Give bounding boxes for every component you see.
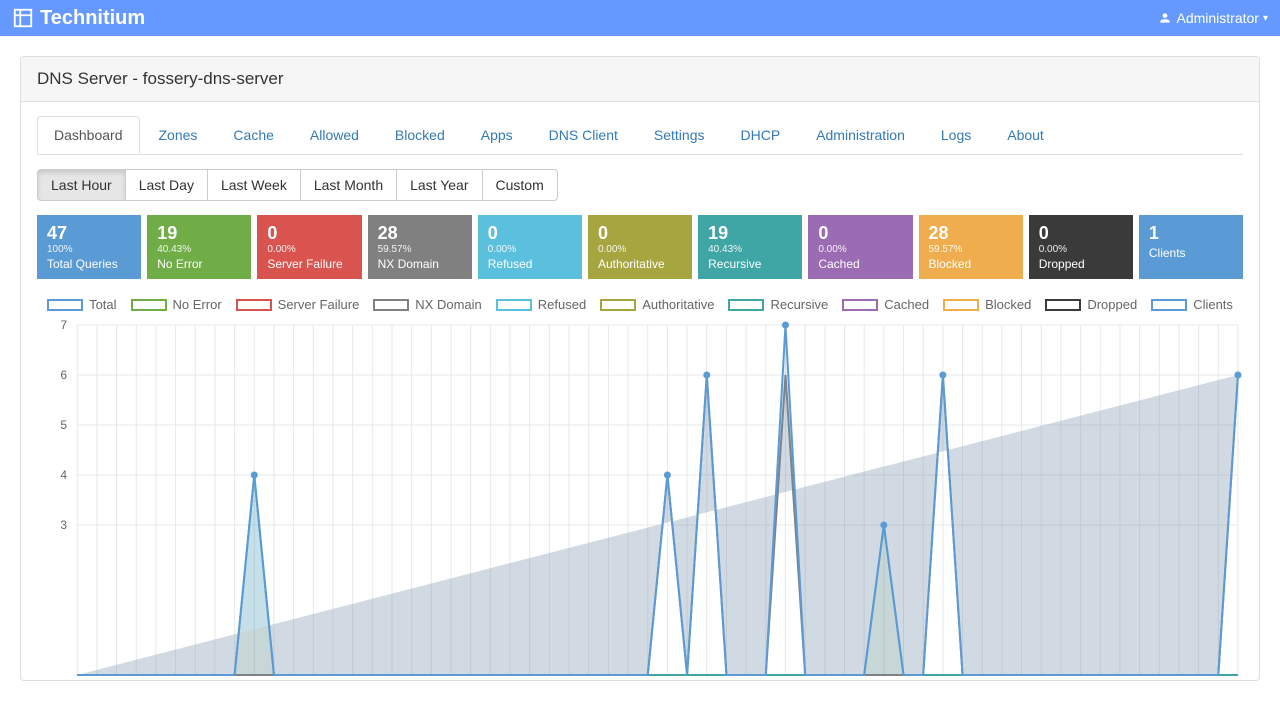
tab-allowed[interactable]: Allowed [293, 116, 376, 154]
range-custom[interactable]: Custom [482, 169, 558, 201]
range-last-year[interactable]: Last Year [396, 169, 482, 201]
tab-dns-client[interactable]: DNS Client [532, 116, 635, 154]
legend-authoritative[interactable]: Authoritative [600, 297, 714, 312]
range-last-day[interactable]: Last Day [125, 169, 208, 201]
tab-logs[interactable]: Logs [924, 116, 988, 154]
queries-chart: 3 4 5 6 7 [37, 320, 1243, 680]
stats-row: 47100%Total Queries1940.43%No Error00.00… [37, 215, 1243, 279]
stat-authoritative[interactable]: 00.00%Authoritative [588, 215, 692, 279]
svg-text:3: 3 [60, 518, 67, 532]
range-last-month[interactable]: Last Month [300, 169, 397, 201]
page-title: DNS Server - fossery-dns-server [21, 57, 1259, 102]
tab-administration[interactable]: Administration [799, 116, 922, 154]
user-menu[interactable]: Administrator ▾ [1158, 10, 1269, 26]
chart-container: Total No Error Server Failure NX Domain Refu… [37, 297, 1243, 680]
legend-blocked[interactable]: Blocked [943, 297, 1031, 312]
legend-no-error[interactable]: No Error [131, 297, 222, 312]
logo-icon [12, 7, 34, 29]
chevron-down-icon: ▾ [1263, 13, 1268, 24]
legend-cached[interactable]: Cached [842, 297, 929, 312]
legend-clients[interactable]: Clients [1151, 297, 1233, 312]
stat-cached[interactable]: 00.00%Cached [808, 215, 912, 279]
user-name: Administrator [1177, 10, 1259, 26]
legend-nx-domain[interactable]: NX Domain [373, 297, 481, 312]
main-panel: DNS Server - fossery-dns-server Dashboar… [20, 56, 1260, 681]
user-icon [1158, 11, 1172, 25]
stat-recursive[interactable]: 1940.43%Recursive [698, 215, 802, 279]
tab-blocked[interactable]: Blocked [378, 116, 462, 154]
svg-text:7: 7 [60, 320, 67, 332]
brand[interactable]: Technitium [12, 7, 145, 30]
stat-nx-domain[interactable]: 2859.57%NX Domain [368, 215, 472, 279]
stat-dropped[interactable]: 00.00%Dropped [1029, 215, 1133, 279]
tab-cache[interactable]: Cache [216, 116, 290, 154]
legend-dropped[interactable]: Dropped [1045, 297, 1137, 312]
stat-no-error[interactable]: 1940.43%No Error [147, 215, 251, 279]
tab-about[interactable]: About [990, 116, 1061, 154]
tab-zones[interactable]: Zones [142, 116, 215, 154]
time-range-group: Last HourLast DayLast WeekLast MonthLast… [37, 169, 558, 201]
stat-refused[interactable]: 00.00%Refused [478, 215, 582, 279]
svg-text:6: 6 [60, 368, 67, 382]
tab-apps[interactable]: Apps [464, 116, 530, 154]
legend-refused[interactable]: Refused [496, 297, 586, 312]
stat-blocked[interactable]: 2859.57%Blocked [919, 215, 1023, 279]
legend-recursive[interactable]: Recursive [728, 297, 828, 312]
tab-dhcp[interactable]: DHCP [724, 116, 798, 154]
stat-clients[interactable]: 1Clients [1139, 215, 1243, 279]
chart-legend: Total No Error Server Failure NX Domain Refu… [37, 297, 1243, 312]
svg-text:5: 5 [60, 418, 67, 432]
tab-dashboard[interactable]: Dashboard [37, 116, 140, 154]
range-last-hour[interactable]: Last Hour [37, 169, 126, 201]
legend-server-failure[interactable]: Server Failure [236, 297, 360, 312]
stat-total-queries[interactable]: 47100%Total Queries [37, 215, 141, 279]
legend-total[interactable]: Total [47, 297, 116, 312]
tab-settings[interactable]: Settings [637, 116, 722, 154]
stat-server-failure[interactable]: 00.00%Server Failure [257, 215, 361, 279]
nav-tabs: DashboardZonesCacheAllowedBlockedAppsDNS… [37, 116, 1243, 155]
brand-text: Technitium [40, 7, 145, 30]
top-navbar: Technitium Administrator ▾ [0, 0, 1280, 36]
range-last-week[interactable]: Last Week [207, 169, 301, 201]
svg-text:4: 4 [60, 468, 67, 482]
